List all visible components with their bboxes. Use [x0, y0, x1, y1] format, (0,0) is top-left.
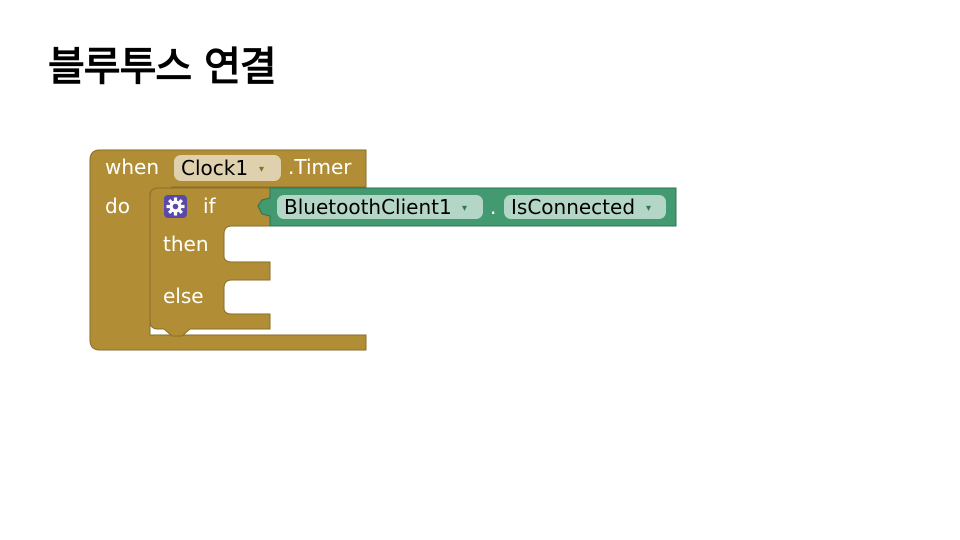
bluetooth-isconnected-block[interactable]: BluetoothClient1 ▾ . IsConnected ▾ [257, 187, 677, 227]
bluetooth-component-label: BluetoothClient1 [284, 195, 452, 219]
blocks-workspace: when Clock1 ▾ .Timer do if then else Blu… [89, 149, 677, 351]
chevron-down-icon: ▾ [259, 164, 264, 175]
do-label: do [105, 194, 130, 218]
else-label: else [163, 284, 204, 308]
when-label: when [105, 155, 159, 179]
if-label: if [203, 194, 217, 218]
property-label: IsConnected [511, 195, 635, 219]
chevron-down-icon: ▾ [646, 203, 651, 214]
component-dropdown-label: Clock1 [181, 156, 248, 180]
property-dropdown[interactable]: IsConnected ▾ [504, 195, 666, 219]
then-label: then [163, 232, 209, 256]
component-dropdown[interactable]: Clock1 ▾ [174, 155, 281, 181]
gear-icon [166, 197, 185, 216]
if-then-else-block[interactable]: if then else [149, 187, 271, 337]
chevron-down-icon: ▾ [462, 203, 467, 214]
bluetooth-component-dropdown[interactable]: BluetoothClient1 ▾ [277, 195, 483, 219]
property-dot: . [490, 195, 496, 219]
event-name-label: .Timer [288, 155, 352, 179]
mutator-gear-button[interactable] [164, 195, 187, 218]
